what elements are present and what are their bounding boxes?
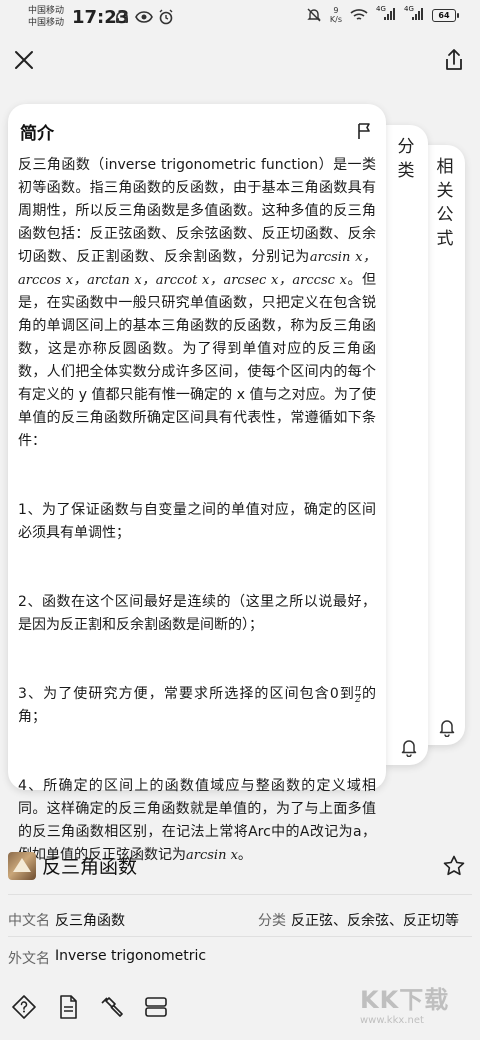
carrier-names: 中国移动 中国移动 [28,5,64,29]
category-label: 分类 [258,913,286,929]
card-classification-title: 分类 [397,137,415,181]
bell-icon[interactable] [399,737,419,757]
carrier-1: 中国移动 [28,6,65,16]
close-icon[interactable] [10,46,38,74]
net-speed-unit: K/s [329,15,342,24]
star-icon[interactable] [442,854,466,878]
watermark-url: www.kkx.net [360,1015,424,1026]
question-icon[interactable] [10,993,38,1021]
entry-title: 反三角函数 [42,856,138,878]
card-classification[interactable]: 分类 [385,125,428,765]
paragraph-4-text-a: 3、为了使研究方便，常要求所选择的区间包含0到 [18,686,355,702]
eye-icon [135,11,153,23]
card-related-formulas-title: 相关公式 [436,157,454,249]
net-speed-value: 9 [333,6,339,15]
chinese-name-label: 中文名 [8,913,50,929]
paragraph-1-text-b: 。但是，在实函数中一般只研究单值函数，只把定义在包含锐角的单调区间上的基本三角函… [18,272,377,449]
divider [8,894,472,895]
alarm-icon [159,9,173,25]
flag-icon[interactable] [356,122,374,140]
paragraph-1: 反三角函数（inverse trigonometric function）是一类… [18,154,376,453]
watermark: KK下载 www.kkx.net [360,980,460,1038]
mute-bell-icon [307,8,321,22]
foreign-name-label: 外文名 [8,951,50,967]
paragraph-2: 1、为了保证函数与自变量之间的单值对应，确定的区间必须具有单调性； [18,502,376,541]
headphones-icon [116,11,128,23]
chinese-name-value: 反三角函数 [55,913,125,929]
entry-thumbnail-icon [8,852,36,880]
watermark-text: KK下载 [360,986,450,1014]
network-speed: 9 K/s [330,6,342,24]
entry-header: 反三角函数 [0,848,480,888]
battery-icon: 64 [432,8,459,22]
card-related-formulas[interactable]: 相关公式 [425,145,465,745]
top-bar [0,40,480,80]
wifi-icon [350,9,368,20]
hammer-icon[interactable] [98,993,126,1021]
bottom-toolbar [0,985,360,1029]
carrier-2: 中国移动 [28,18,65,28]
card-header: 简介 [18,112,376,150]
notification-icons [114,9,174,25]
document-icon[interactable] [54,993,82,1021]
signal-1-icon: 4G [376,5,396,22]
signal-2-icon: 4G [404,5,424,22]
paragraph-4: 3、为了使研究方便，常要求所选择的区间包含0到 π 2 的角； [18,683,376,729]
info-row-foreign: 外文名 Inverse trigonometric [0,948,480,976]
paragraph-3: 2、函数在这个区间最好是连续的（这里之所以说最好，是因为反正割和反余割函数是间断… [18,594,376,633]
paragraph-1-text-a: 反三角函数（inverse trigonometric function）是一类… [18,157,376,265]
card-introduction: 简介 反三角函数（inverse trigonometric function）… [8,104,386,863]
foreign-name-value: Inverse trigonometric [55,948,207,964]
layers-icon[interactable] [142,993,170,1021]
info-row-names: 中文名 反三角函数 分类 反正弦、反余弦、反正切等 [0,910,480,938]
divider [8,936,472,937]
category-value: 反正弦、反余弦、反正切等 [291,913,459,929]
battery-level: 64 [438,10,450,20]
share-icon[interactable] [440,46,468,74]
bell-icon[interactable] [437,717,457,737]
introduction-text: 反三角函数（inverse trigonometric function）是一类… [18,154,376,867]
card-title: 简介 [20,123,54,144]
system-icons: 9 K/s 4G 4G 64 [306,5,459,24]
status-bar: 中国移动 中国移动 17:23 9 K/s 4G 4G 64 [0,0,480,36]
